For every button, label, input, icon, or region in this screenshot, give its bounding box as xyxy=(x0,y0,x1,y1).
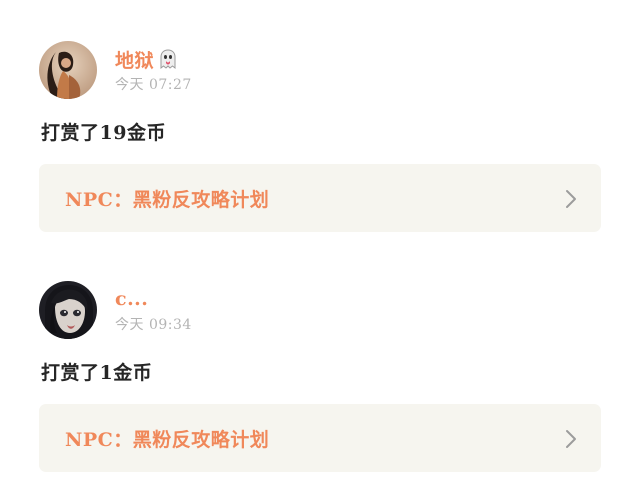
reward-message: 打赏了1金币 xyxy=(41,362,153,384)
timestamp: 今天 07:27 xyxy=(115,77,192,93)
book-card[interactable]: NPC：黑粉反攻略计划 xyxy=(39,164,601,232)
reward-message: 打赏了19金币 xyxy=(41,122,166,144)
avatar[interactable] xyxy=(39,41,97,99)
reward-list: 地狱 今天 07:27 打赏了19金币 NPC：黑粉反攻略计划 c... 今天 … xyxy=(0,0,640,503)
avatar-anime-icon xyxy=(39,281,97,339)
book-title: NPC：黑粉反攻略计划 xyxy=(65,188,270,211)
book-card[interactable]: NPC：黑粉反攻略计划 xyxy=(39,404,601,472)
chevron-right-icon xyxy=(566,430,576,448)
ghost-icon xyxy=(157,48,179,70)
book-title: NPC：黑粉反攻略计划 xyxy=(65,428,270,451)
username[interactable]: c... xyxy=(115,288,148,310)
username-row[interactable]: c... xyxy=(115,286,148,312)
username[interactable]: 地狱 xyxy=(115,46,154,73)
username-row[interactable]: 地狱 xyxy=(115,46,179,72)
timestamp: 今天 09:34 xyxy=(115,317,192,333)
chevron-right-icon xyxy=(566,190,576,208)
avatar[interactable] xyxy=(39,281,97,339)
avatar-photo-icon xyxy=(39,41,97,99)
